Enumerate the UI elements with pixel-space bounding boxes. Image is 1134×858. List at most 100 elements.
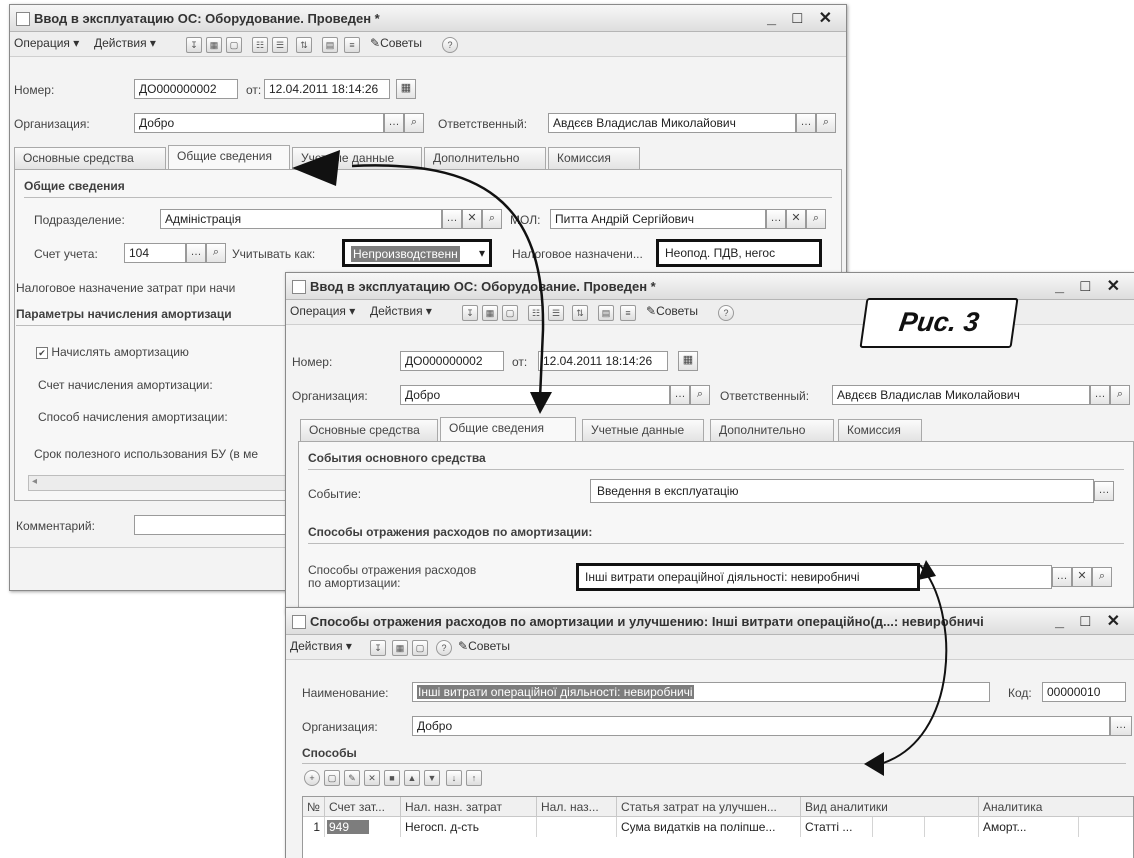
date-field[interactable]: 12.04.2011 18:14:26	[264, 79, 390, 99]
tab-commission[interactable]: Комиссия	[548, 147, 640, 169]
select-button[interactable]: …	[442, 209, 462, 229]
tips-button[interactable]: ✎Советы	[370, 36, 422, 50]
copy-row-icon[interactable]: ▢	[324, 770, 340, 786]
tab-additional[interactable]: Дополнительно	[710, 419, 834, 441]
tab-additional[interactable]: Дополнительно	[424, 147, 546, 169]
move-up-icon[interactable]: ▲	[404, 770, 420, 786]
number-field[interactable]: ДО000000002	[400, 351, 504, 371]
mol-field[interactable]: Питта Андрій Сергійович	[550, 209, 766, 229]
help-icon[interactable]: ?	[436, 640, 452, 656]
department-field[interactable]: Адміністрація	[160, 209, 442, 229]
search-icon[interactable]: ⌕	[1110, 385, 1130, 405]
tab-accounting[interactable]: Учетные данные	[292, 147, 422, 169]
end-edit-icon[interactable]: ■	[384, 770, 400, 786]
charge-depreciation-checkbox[interactable]: ✔ Начислять амортизацию	[36, 345, 189, 359]
tab-general[interactable]: Общие сведения	[168, 145, 290, 169]
list-icon[interactable]: ≡	[620, 305, 636, 321]
tab-accounting[interactable]: Учетные данные	[582, 419, 704, 441]
column-header[interactable]: Аналитика	[979, 797, 1079, 817]
horizontal-scrollbar[interactable]: ◂	[28, 475, 294, 491]
scroll-left-icon[interactable]: ◂	[32, 476, 37, 487]
help-icon[interactable]: ?	[442, 37, 458, 53]
search-icon[interactable]: ⌕	[206, 243, 226, 263]
select-button[interactable]: …	[186, 243, 206, 263]
column-header[interactable]: Счет зат...	[325, 797, 401, 817]
column-header[interactable]	[1079, 797, 1133, 817]
calendar-icon[interactable]: ▦	[396, 79, 416, 99]
select-button[interactable]: …	[766, 209, 786, 229]
actions-menu[interactable]: Действия ▾	[290, 639, 352, 653]
event-field[interactable]: Введення в експлуатацію	[590, 479, 1094, 503]
number-field[interactable]: ДО000000002	[134, 79, 238, 99]
window-controls[interactable]: _ □ ✕	[1055, 276, 1126, 296]
movements-icon[interactable]: ☷	[528, 305, 544, 321]
expense-method-field[interactable]: Інші витрати операційної діяльності: нев…	[576, 563, 920, 591]
column-header[interactable]: Статья затрат на улучшен...	[617, 797, 801, 817]
select-button[interactable]: …	[670, 385, 690, 405]
search-icon[interactable]: ⌕	[690, 385, 710, 405]
organization-field[interactable]: Добро	[400, 385, 670, 405]
window-controls[interactable]: _ □ ✕	[767, 8, 838, 28]
dt-kt-icon[interactable]: ⇅	[296, 37, 312, 53]
tips-button[interactable]: ✎Советы	[458, 639, 510, 653]
dt-kt-icon[interactable]: ⇅	[572, 305, 588, 321]
tax-purpose-field[interactable]: Неопод. ПДВ, негос	[656, 239, 822, 267]
column-header[interactable]: Нал. наз...	[537, 797, 617, 817]
tips-button[interactable]: ✎Советы	[646, 304, 698, 318]
move-down-icon[interactable]: ▼	[424, 770, 440, 786]
responsible-field[interactable]: Авдєєв Владислав Миколайович	[548, 113, 796, 133]
comment-field[interactable]	[134, 515, 304, 535]
select-button[interactable]: …	[1110, 716, 1132, 736]
column-header[interactable]: Нал. назн. затрат	[401, 797, 537, 817]
account-field[interactable]: 104	[124, 243, 186, 263]
structure-icon[interactable]: ▦	[206, 37, 222, 53]
select-button[interactable]: …	[1052, 567, 1072, 587]
search-icon[interactable]: ⌕	[816, 113, 836, 133]
responsible-field[interactable]: Авдєєв Владислав Миколайович	[832, 385, 1090, 405]
name-field[interactable]: Інші витрати операційної діяльності: нев…	[412, 682, 990, 702]
search-icon[interactable]: ⌕	[482, 209, 502, 229]
tab-commission[interactable]: Комиссия	[838, 419, 922, 441]
structure-icon[interactable]: ▦	[392, 640, 408, 656]
search-icon[interactable]: ⌕	[1092, 567, 1112, 587]
clear-icon[interactable]: ✕	[786, 209, 806, 229]
select-button[interactable]: …	[1090, 385, 1110, 405]
date-field[interactable]: 12.04.2011 18:14:26	[538, 351, 668, 371]
save-icon[interactable]: ↧	[370, 640, 386, 656]
help-icon[interactable]: ?	[718, 305, 734, 321]
calendar-icon[interactable]: ▦	[678, 351, 698, 371]
column-header[interactable]: №	[303, 797, 325, 817]
post-icon[interactable]: ↧	[462, 305, 478, 321]
copy-icon[interactable]: ▢	[226, 37, 242, 53]
select-button[interactable]: …	[384, 113, 404, 133]
code-field[interactable]: 00000010	[1042, 682, 1126, 702]
column-header[interactable]	[925, 797, 979, 817]
report-icon[interactable]: ☰	[272, 37, 288, 53]
delete-icon[interactable]: ✕	[364, 770, 380, 786]
sort-ascending-icon[interactable]: ↓	[446, 770, 462, 786]
sort-descending-icon[interactable]: ↑	[466, 770, 482, 786]
movements-icon[interactable]: ☷	[252, 37, 268, 53]
actions-menu[interactable]: Действия ▾	[94, 36, 156, 50]
search-icon[interactable]: ⌕	[806, 209, 826, 229]
operation-menu[interactable]: Операция ▾	[290, 304, 355, 318]
take-as-select[interactable]: Непроизводственн ▾	[342, 239, 492, 267]
post-icon[interactable]: ↧	[186, 37, 202, 53]
window-controls[interactable]: _ □ ✕	[1055, 611, 1126, 631]
organization-field[interactable]: Добро	[134, 113, 384, 133]
tab-general[interactable]: Общие сведения	[440, 417, 576, 441]
copy-icon[interactable]: ▢	[502, 305, 518, 321]
clear-icon[interactable]: ✕	[1072, 567, 1092, 587]
edit-icon[interactable]: ✎	[344, 770, 360, 786]
list-icon[interactable]: ≡	[344, 37, 360, 53]
select-button[interactable]: …	[796, 113, 816, 133]
select-button[interactable]: …	[1094, 481, 1114, 501]
tab-fixed-assets[interactable]: Основные средства	[14, 147, 166, 169]
copy-icon[interactable]: ▢	[412, 640, 428, 656]
print-icon[interactable]: ▤	[322, 37, 338, 53]
report-icon[interactable]: ☰	[548, 305, 564, 321]
operation-menu[interactable]: Операция ▾	[14, 36, 79, 50]
search-icon[interactable]: ⌕	[404, 113, 424, 133]
clear-icon[interactable]: ✕	[462, 209, 482, 229]
print-icon[interactable]: ▤	[598, 305, 614, 321]
